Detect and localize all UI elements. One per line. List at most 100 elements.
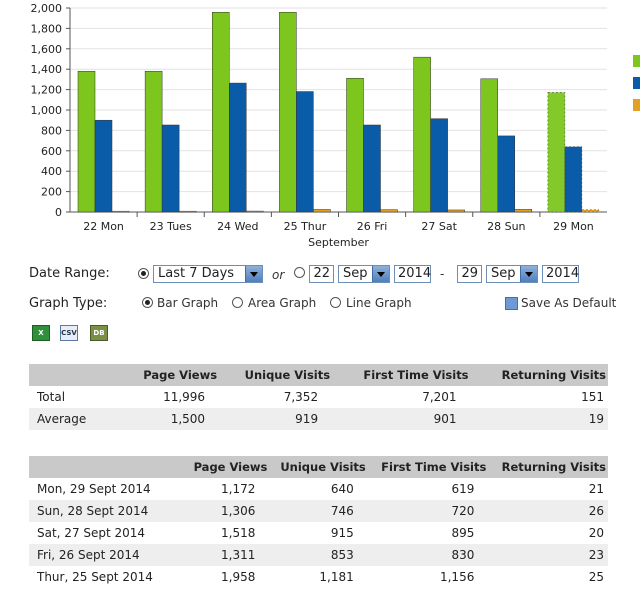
column-header: Unique Visits bbox=[269, 456, 368, 478]
column-header: Page Views bbox=[184, 456, 270, 478]
bar-blue bbox=[94, 119, 113, 213]
bar-blue bbox=[296, 91, 314, 213]
visits-bar-chart: 0 200 400 600 800 1,000 1,200 1,400 1,600 1,800 2,… bbox=[31, 2, 607, 249]
value-cell: 11,996 bbox=[121, 386, 220, 408]
bar-blue bbox=[497, 135, 515, 213]
value-cell: 1,311 bbox=[184, 544, 270, 566]
column-header: Returning Visits bbox=[470, 364, 608, 386]
to-day-input[interactable]: 29 bbox=[457, 265, 482, 283]
column-header bbox=[29, 456, 185, 478]
bar-blue bbox=[430, 118, 448, 213]
value-cell: 1,306 bbox=[184, 500, 270, 522]
save-default-label: Save As Default bbox=[521, 296, 617, 310]
value-cell: 901 bbox=[332, 408, 471, 430]
bar-green bbox=[279, 12, 297, 213]
value-cell: 25 bbox=[488, 566, 608, 588]
area-graph-radio[interactable] bbox=[232, 297, 243, 308]
value-cell: 640 bbox=[269, 478, 368, 500]
from-month-select[interactable]: Sep bbox=[338, 265, 390, 283]
bar-green bbox=[144, 70, 163, 213]
y-tick-label: 1,000 bbox=[31, 104, 63, 117]
to-month-select[interactable]: Sep bbox=[486, 265, 538, 283]
to-year-input[interactable]: 2014 bbox=[542, 265, 579, 283]
value-cell: 1,518 bbox=[184, 522, 270, 544]
daily-table: Page Views Unique Visits First Time Visits… bbox=[29, 456, 608, 588]
column-header: Returning Visits bbox=[488, 456, 608, 478]
value-cell: 1,500 bbox=[121, 408, 220, 430]
bar-orange bbox=[380, 209, 398, 213]
value-cell: 26 bbox=[488, 500, 608, 522]
bar-green bbox=[77, 70, 96, 213]
x-tick-label: 22 Mon bbox=[83, 220, 124, 233]
bar-graph-radio[interactable] bbox=[142, 297, 153, 308]
row-label-cell: Fri, 26 Sept 2014 bbox=[29, 544, 185, 566]
range-select-value: Last 7 Days bbox=[158, 266, 235, 281]
x-tick-label: 29 Mon bbox=[553, 220, 594, 233]
legend-swatch-orange bbox=[633, 99, 640, 111]
bar-blue bbox=[363, 124, 381, 213]
summary-table: Page Views Unique Visits First Time Visits… bbox=[29, 364, 608, 430]
bar-orange bbox=[178, 210, 197, 213]
value-cell: 1,181 bbox=[269, 566, 368, 588]
bar-orange bbox=[111, 210, 130, 213]
value-cell: 19 bbox=[470, 408, 608, 430]
y-tick-label: 1,600 bbox=[31, 43, 63, 56]
from-month-value: Sep bbox=[343, 266, 368, 281]
bar-green bbox=[346, 78, 364, 213]
bar-orange bbox=[581, 209, 600, 213]
range-select[interactable]: Last 7 Days bbox=[153, 265, 263, 283]
bar-orange bbox=[447, 209, 465, 213]
value-cell: 915 bbox=[269, 522, 368, 544]
save-default-checkbox[interactable] bbox=[505, 297, 518, 310]
x-tick-label: 23 Tues bbox=[150, 220, 192, 233]
x-tick-label: 27 Sat bbox=[421, 220, 457, 233]
table-row: Total 11,996 7,352 7,201 151 bbox=[29, 386, 608, 408]
area-graph-label: Area Graph bbox=[248, 296, 317, 310]
table-row: Average 1,500 919 901 19 bbox=[29, 408, 608, 430]
line-graph-radio[interactable] bbox=[330, 297, 341, 308]
row-label-cell: Sat, 27 Sept 2014 bbox=[29, 522, 185, 544]
legend-swatch-blue bbox=[633, 77, 640, 89]
excel-icon[interactable]: X bbox=[32, 325, 50, 341]
preset-range-radio[interactable] bbox=[138, 268, 149, 279]
bar-blue bbox=[229, 82, 247, 213]
table-row: Thur, 25 Sept 2014 1,958 1,181 1,156 25 bbox=[29, 566, 608, 588]
from-day-input[interactable]: 22 bbox=[309, 265, 334, 283]
y-tick-label: 600 bbox=[41, 145, 62, 158]
x-tick-label: 28 Sun bbox=[487, 220, 525, 233]
bar-blue bbox=[161, 124, 180, 213]
column-header: First Time Visits bbox=[367, 456, 489, 478]
row-label-cell: Sun, 28 Sept 2014 bbox=[29, 500, 185, 522]
y-tick-label: 400 bbox=[41, 165, 62, 178]
y-tick-label: 1,800 bbox=[31, 22, 63, 35]
value-cell: 1,156 bbox=[367, 566, 489, 588]
value-cell: 619 bbox=[367, 478, 489, 500]
range-dash: - bbox=[440, 267, 445, 281]
bar-graph-label: Bar Graph bbox=[157, 296, 219, 310]
database-icon[interactable]: DB bbox=[90, 325, 108, 341]
value-cell: 746 bbox=[269, 500, 368, 522]
row-label-cell: Total bbox=[29, 386, 122, 408]
y-tick-label: 0 bbox=[55, 206, 62, 219]
chevron-down-icon bbox=[245, 266, 262, 282]
from-year-input[interactable]: 2014 bbox=[394, 265, 431, 283]
value-cell: 1,958 bbox=[184, 566, 270, 588]
column-header: Unique Visits bbox=[219, 364, 333, 386]
csv-icon[interactable]: CSV bbox=[60, 325, 78, 341]
bar-green bbox=[212, 12, 230, 213]
table-row: Mon, 29 Sept 2014 1,172 640 619 21 bbox=[29, 478, 608, 500]
y-tick-label: 2,000 bbox=[31, 2, 63, 15]
value-cell: 720 bbox=[367, 500, 489, 522]
row-label-cell: Mon, 29 Sept 2014 bbox=[29, 478, 185, 500]
column-header bbox=[29, 364, 122, 386]
y-tick-label: 1,200 bbox=[31, 84, 63, 97]
date-range-label: Date Range: bbox=[29, 266, 110, 281]
custom-range-radio[interactable] bbox=[294, 267, 305, 278]
line-graph-label: Line Graph bbox=[346, 296, 412, 310]
y-tick-label: 1,400 bbox=[31, 63, 63, 76]
value-cell: 20 bbox=[488, 522, 608, 544]
value-cell: 853 bbox=[269, 544, 368, 566]
row-label-cell: Thur, 25 Sept 2014 bbox=[29, 566, 185, 588]
y-tick-label: 200 bbox=[41, 186, 62, 199]
value-cell: 7,201 bbox=[332, 386, 471, 408]
